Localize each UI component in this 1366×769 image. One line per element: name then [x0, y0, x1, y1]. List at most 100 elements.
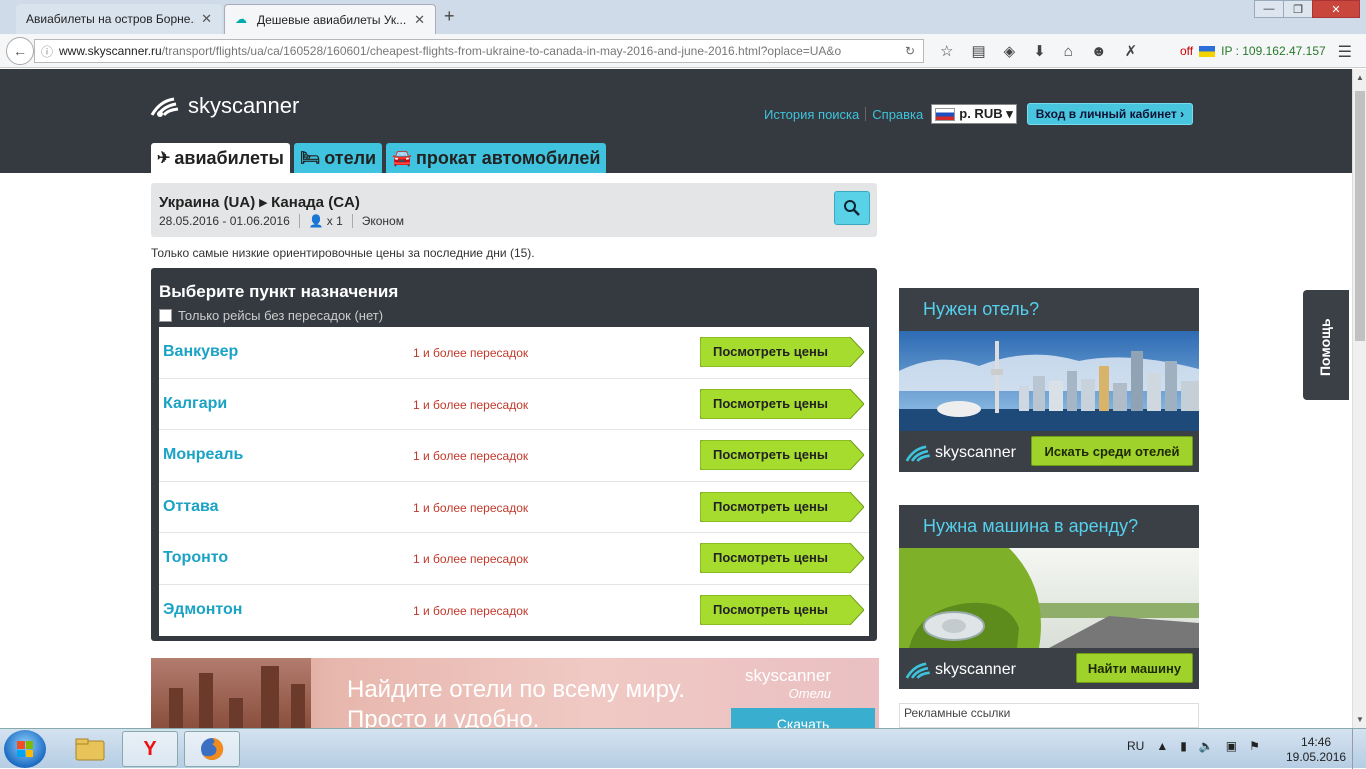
network-icon[interactable]: ▮ — [1180, 739, 1187, 753]
view-prices-button[interactable]: Посмотреть цены — [700, 388, 864, 419]
scroll-down-icon[interactable]: ▼ — [1356, 715, 1364, 724]
view-prices-button[interactable]: Посмотреть цены — [700, 543, 864, 573]
search-history-link[interactable]: История поиска — [764, 107, 859, 122]
divider — [865, 107, 867, 121]
search-button[interactable] — [834, 191, 870, 225]
pocket-icon[interactable]: ◈ — [1004, 42, 1016, 60]
banner-subline: Просто и удобно. — [347, 706, 540, 728]
find-car-button[interactable]: Найти машину — [1076, 653, 1193, 683]
firefox-icon[interactable] — [184, 731, 240, 767]
destination-city-link[interactable]: Монреаль — [163, 446, 243, 464]
device-icon[interactable]: ▣ — [1226, 739, 1237, 753]
yandex-browser-icon[interactable]: Y — [122, 731, 178, 767]
action-center-flag-icon[interactable]: ⚑ — [1249, 739, 1260, 753]
close-window-icon[interactable]: ✕ — [1312, 0, 1360, 18]
banner-headline: Найдите отели по всему миру. — [347, 676, 685, 703]
russia-flag-icon — [935, 107, 956, 121]
cabin-class: Эконом — [361, 214, 404, 228]
destination-city-link[interactable]: Эдмонтон — [163, 601, 242, 619]
download-icon[interactable]: ⬇ — [1033, 42, 1046, 60]
destination-city-link[interactable]: Калгари — [163, 395, 227, 413]
bookmark-star-icon[interactable]: ☆ — [940, 42, 953, 60]
home-icon[interactable]: ⌂ — [1064, 43, 1073, 60]
start-button[interactable] — [4, 730, 46, 768]
nonstop-filter[interactable]: Только рейсы без пересадок (нет) — [159, 308, 383, 323]
language-indicator[interactable]: RU — [1127, 739, 1144, 753]
ip-indicator[interactable]: off IP : 109.162.47.157 — [1180, 44, 1326, 58]
close-tab-icon[interactable]: ✕ — [201, 11, 212, 27]
stops-info: 1 и более пересадок — [413, 603, 529, 618]
tab-label: отели — [324, 147, 377, 168]
reload-icon[interactable]: ↻ — [905, 44, 915, 58]
button-label: Посмотреть цены — [713, 498, 828, 514]
new-tab-icon[interactable]: + — [444, 6, 455, 27]
skyscanner-logo: skyscanner — [905, 443, 1016, 463]
car-rental-ad[interactable]: Нужна машина в аренду? skyscanner Найти … — [899, 505, 1199, 689]
tab-label: авиабилеты — [174, 147, 284, 168]
maximize-icon[interactable]: ❐ — [1283, 0, 1313, 18]
button-label: Посмотреть цены — [713, 344, 828, 359]
airplane-icon: ✈ — [157, 150, 171, 167]
windows-taskbar: Y RU ▲ ▮ 🔈 ▣ ⚑ 14:46 19.05.2016 — [0, 728, 1366, 769]
nonstop-checkbox[interactable] — [159, 309, 172, 322]
search-summary: Украина (UA) ▸ Канада (CA) 28.05.2016 - … — [151, 183, 877, 237]
destination-city-link[interactable]: Ванкувер — [163, 343, 238, 361]
minimize-icon[interactable]: — — [1254, 0, 1284, 18]
destination-row: Оттава 1 и более пересадок Посмотреть це… — [159, 482, 869, 533]
destination-list: Ванкувер 1 и более пересадок Посмотреть … — [159, 327, 869, 636]
smiley-icon[interactable]: ☻ — [1091, 43, 1107, 60]
stops-info: 1 и более пересадок — [413, 397, 529, 412]
destination-city-link[interactable]: Оттава — [163, 498, 219, 516]
skyscanner-favicon-icon: ☁ — [235, 11, 247, 26]
reading-list-icon[interactable]: ▤ — [971, 42, 985, 60]
file-explorer-icon[interactable] — [62, 731, 118, 767]
product-tabs: ✈ авиабилеты 🛏 отели 🚘 прокат автомобиле… — [151, 143, 607, 173]
skyscanner-logo[interactable]: skyscanner — [150, 93, 299, 119]
stops-info: 1 и более пересадок — [413, 449, 529, 463]
destination-title: Выберите пункт назначения — [159, 282, 399, 301]
help-tab[interactable]: Помощь — [1303, 290, 1349, 400]
logo-text: skyscanner — [935, 444, 1016, 461]
tab-car-rental[interactable]: 🚘 прокат автомобилей — [386, 143, 607, 173]
volume-icon[interactable]: 🔈 — [1199, 739, 1214, 753]
currency-select[interactable]: р. RUB ▾ — [931, 104, 1017, 124]
clock[interactable]: 14:46 19.05.2016 — [1286, 735, 1346, 765]
car-ad-footer: skyscanner Найти машину — [899, 648, 1199, 689]
search-hotels-button[interactable]: Искать среди отелей — [1031, 436, 1193, 466]
toolbar-icons: ☆ ▤ ◈ ⬇ ⌂ ☻ ✗ — [940, 42, 1138, 61]
tab-flights[interactable]: ✈ авиабилеты — [151, 143, 290, 173]
browser-tab-active[interactable]: ☁ Дешевые авиабилеты Ук... ✕ — [224, 4, 436, 34]
show-hidden-icons-icon[interactable]: ▲ — [1156, 739, 1168, 753]
browser-tab-bar: Авиабилеты на остров Борне... ✕ ☁ Дешевы… — [0, 0, 1366, 34]
hotel-ad-title: Нужен отель? — [923, 299, 1040, 319]
search-icon — [844, 200, 860, 216]
url-bar[interactable]: ⓘ www.skyscanner.ru /transport/flights/u… — [34, 39, 924, 63]
close-tab-icon[interactable]: ✕ — [414, 12, 425, 28]
hotel-app-banner[interactable]: Найдите отели по всему миру. Просто и уд… — [151, 658, 879, 728]
extension-x-icon[interactable]: ✗ — [1125, 42, 1138, 60]
hotel-ad[interactable]: Нужен отель? skyscanner Искать среди оте… — [899, 288, 1199, 472]
scroll-thumb[interactable] — [1355, 91, 1365, 341]
url-host: www.skyscanner.ru — [59, 44, 162, 58]
hamburger-menu-icon[interactable]: ☰ — [1338, 42, 1352, 62]
ip-status: off — [1180, 44, 1194, 58]
download-button[interactable]: Скачать — [731, 708, 875, 728]
tab-hotels[interactable]: 🛏 отели — [293, 143, 383, 173]
help-link[interactable]: Справка — [872, 107, 923, 122]
login-button[interactable]: Вход в личный кабинет › — [1026, 103, 1194, 125]
view-prices-button[interactable]: Посмотреть цены — [700, 337, 864, 367]
car-icon: 🚘 — [392, 150, 413, 167]
page-scrollbar[interactable]: ▲ ▼ — [1352, 69, 1366, 728]
browser-tab[interactable]: Авиабилеты на остров Борне... ✕ — [16, 4, 222, 34]
view-prices-button[interactable]: Посмотреть цены — [700, 594, 864, 625]
view-prices-button[interactable]: Посмотреть цены — [700, 440, 864, 470]
view-prices-button[interactable]: Посмотреть цены — [700, 491, 864, 522]
back-arrow-icon[interactable]: ← — [6, 37, 34, 65]
show-desktop-button[interactable] — [1352, 729, 1366, 769]
info-icon[interactable]: ⓘ — [41, 43, 53, 60]
destination-city-link[interactable]: Торонто — [163, 549, 228, 567]
ip-address: IP : 109.162.47.157 — [1221, 44, 1326, 58]
destination-row: Торонто 1 и более пересадок Посмотреть ц… — [159, 533, 869, 585]
scroll-up-icon[interactable]: ▲ — [1356, 73, 1364, 82]
skyscanner-logo-icon — [905, 662, 930, 679]
